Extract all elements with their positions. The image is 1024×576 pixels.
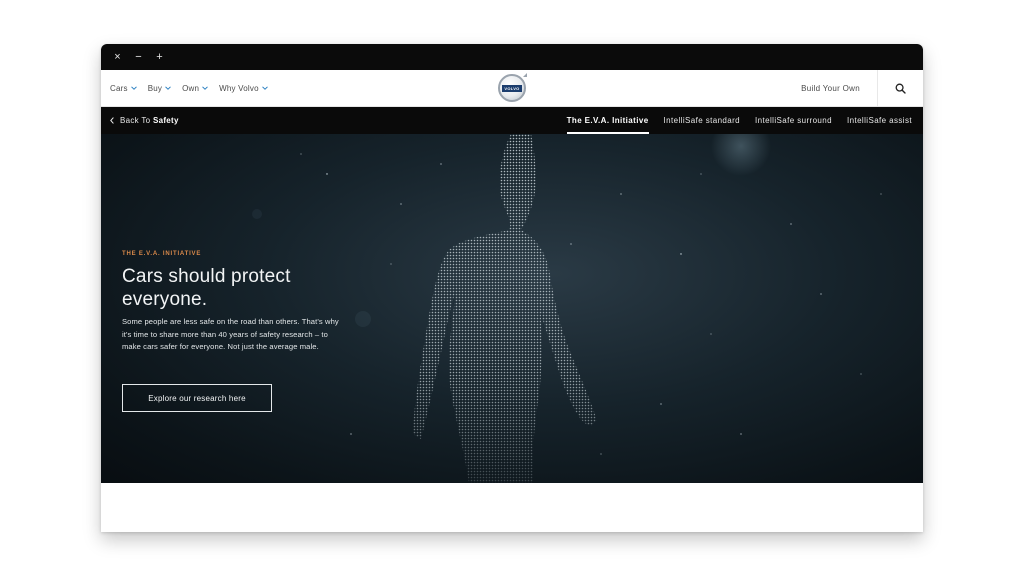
hero-banner: THE E.V.A. INITIATIVE Cars should protec… <box>101 134 923 483</box>
chevron-down-icon <box>165 86 171 90</box>
back-target: Safety <box>152 116 179 125</box>
tab-intellisafe-surround[interactable]: IntelliSafe surround <box>755 107 832 134</box>
light-flare <box>711 134 771 176</box>
hero-headline: Cars should protect everyone. <box>122 266 291 310</box>
subnav-tabs: The E.V.A. Initiative IntelliSafe standa… <box>566 107 912 134</box>
human-silhouette <box>413 134 597 483</box>
browser-window: × − + Cars Buy Own Why Volvo VOLVO Build… <box>101 44 923 532</box>
tab-intellisafe-standard[interactable]: IntelliSafe standard <box>664 107 741 134</box>
nav-item-cars[interactable]: Cars <box>110 84 137 93</box>
back-label: Back To Safety <box>120 116 179 125</box>
nav-item-own[interactable]: Own <box>182 83 209 93</box>
nav-item-label: Cars <box>110 83 128 93</box>
safety-subnav: Back To Safety The E.V.A. Initiative Int… <box>101 107 923 134</box>
logo-wordmark: VOLVO <box>502 84 522 92</box>
nav-item-why-volvo[interactable]: Why Volvo <box>219 84 268 93</box>
back-to-safety-link[interactable]: Back To Safety <box>101 116 179 125</box>
search-icon <box>895 83 906 94</box>
build-your-own-link[interactable]: Build Your Own <box>801 84 877 93</box>
main-menu: Cars Buy Own Why Volvo <box>101 84 268 93</box>
nav-item-buy[interactable]: Buy <box>148 84 171 93</box>
hero-copy: THE E.V.A. INITIATIVE Cars should protec… <box>122 251 342 354</box>
hero-body: Some people are less safe on the road th… <box>122 317 339 352</box>
bokeh-dot <box>355 311 371 327</box>
logo-arrow-mark <box>523 73 527 77</box>
volvo-logo[interactable]: VOLVO <box>498 73 527 102</box>
maximize-window-button[interactable]: + <box>155 51 164 63</box>
window-titlebar: × − + <box>101 44 923 70</box>
chevron-left-icon <box>110 117 114 124</box>
nav-right: Build Your Own <box>801 70 923 106</box>
close-window-button[interactable]: × <box>113 51 122 63</box>
chevron-down-icon <box>261 86 268 90</box>
top-navigation: Cars Buy Own Why Volvo VOLVO Build Your … <box>101 70 923 107</box>
nav-item-label: Own <box>182 83 200 93</box>
back-prefix: Back To <box>120 116 151 125</box>
tab-eva-initiative[interactable]: The E.V.A. Initiative <box>566 107 649 134</box>
nav-item-label: Buy <box>147 83 163 93</box>
search-button[interactable] <box>877 70 923 106</box>
minimize-window-button[interactable]: − <box>134 51 143 63</box>
hero-eyebrow: THE E.V.A. INITIATIVE <box>122 251 202 257</box>
page-below-hero <box>101 483 923 532</box>
nav-item-label: Why Volvo <box>219 83 259 93</box>
chevron-down-icon <box>130 86 137 90</box>
explore-research-button[interactable]: Explore our research here <box>122 384 272 412</box>
bokeh-dot <box>252 209 262 219</box>
chevron-down-icon <box>202 86 209 90</box>
tab-intellisafe-assist[interactable]: IntelliSafe assist <box>847 107 912 134</box>
